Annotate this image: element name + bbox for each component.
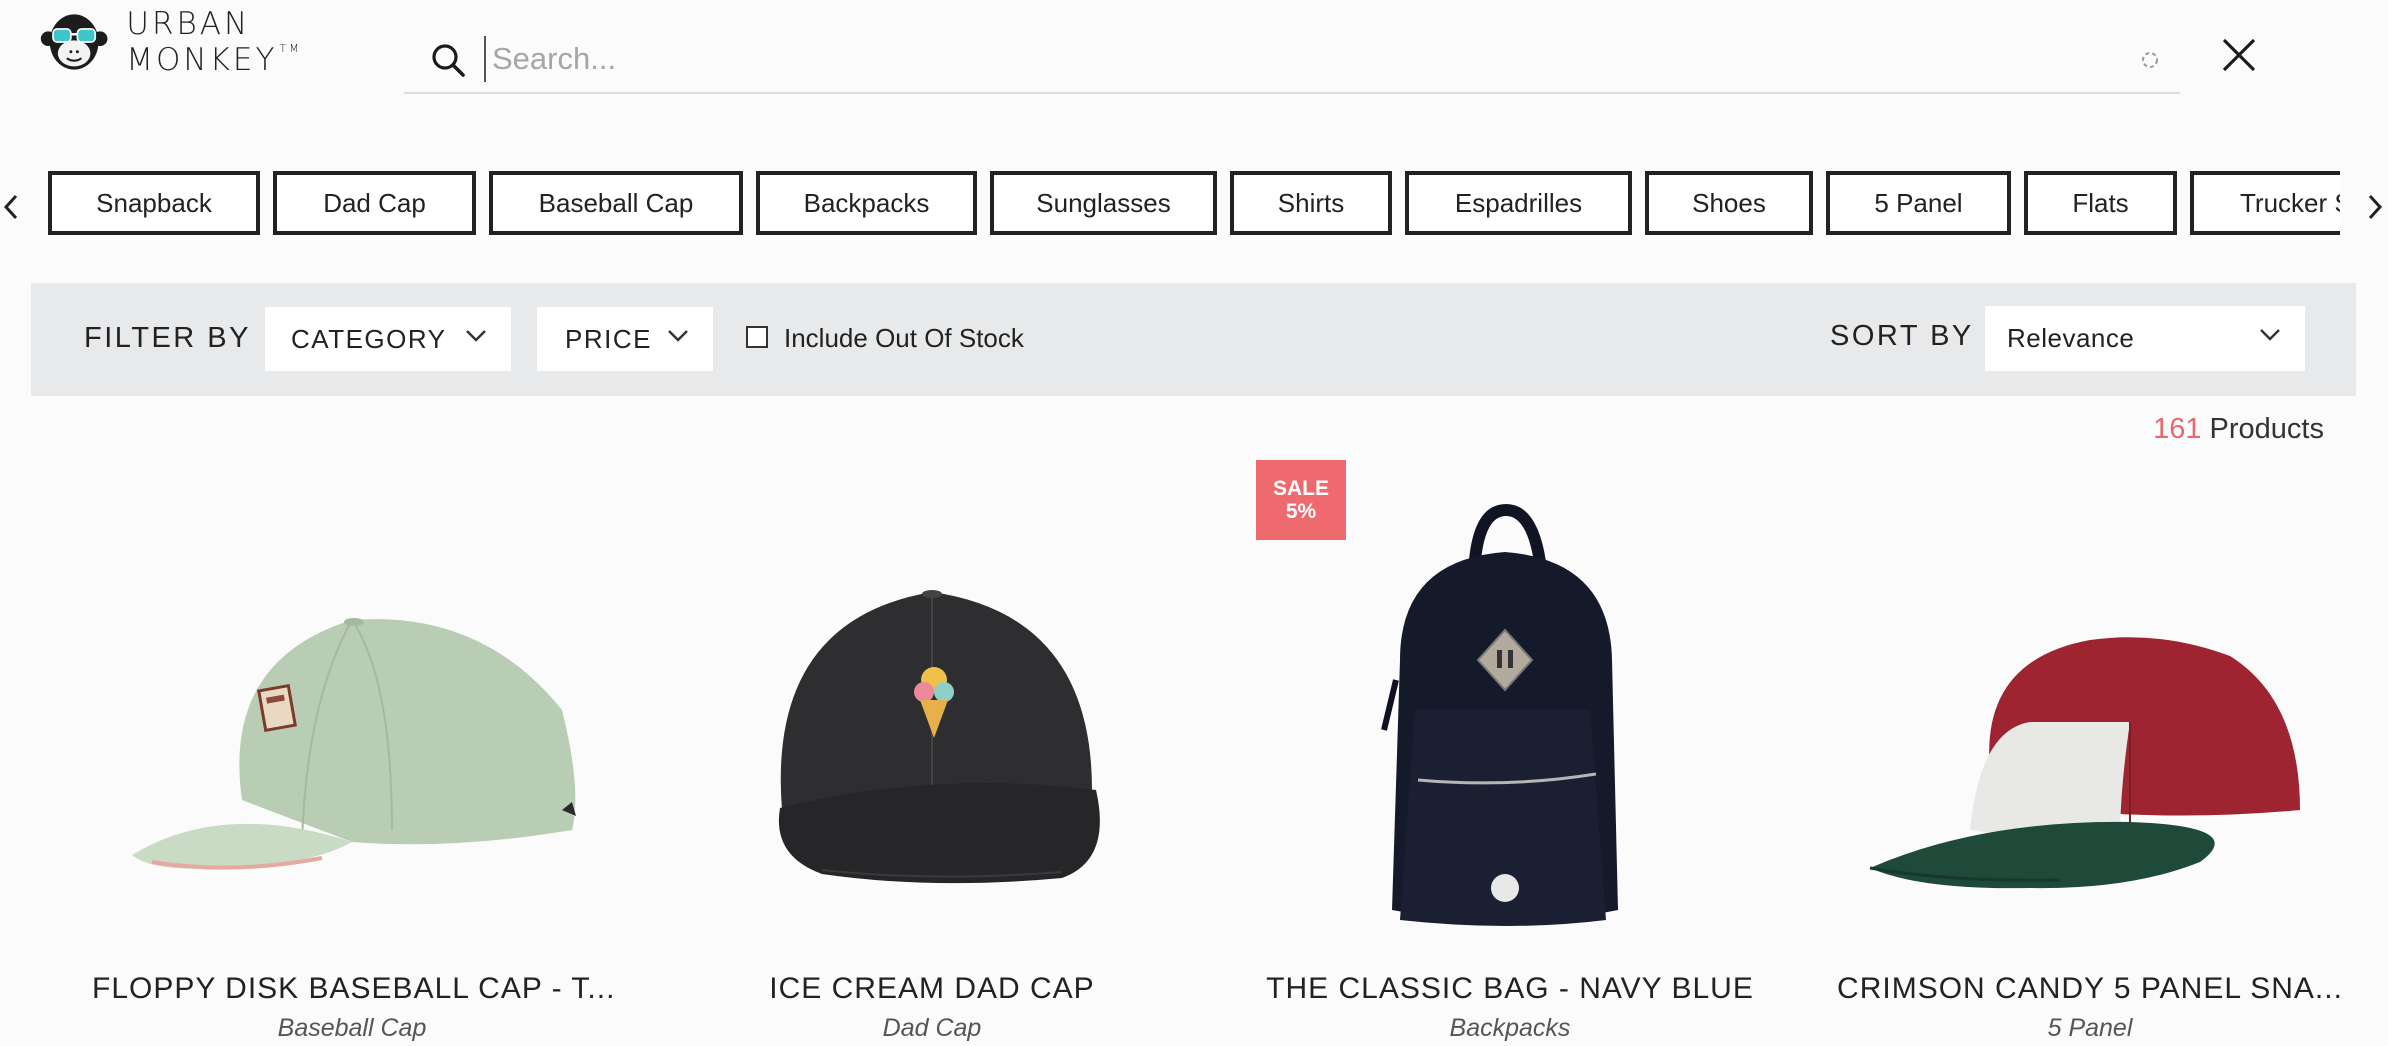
product-title[interactable]: THE CLASSIC BAG - NAVY BLUE xyxy=(1250,972,1770,1006)
sort-dropdown[interactable]: Relevance xyxy=(1985,306,2305,371)
category-filter-label: CATEGORY xyxy=(291,323,447,354)
product-count: 161 Products xyxy=(2153,413,2324,445)
include-out-of-stock-label[interactable]: Include Out Of Stock xyxy=(784,323,1024,354)
brand-name: URBAN MONKEY TM xyxy=(126,6,302,78)
product-card[interactable]: FLOPPY DISK BASEBALL CAP - T... Baseball… xyxy=(92,470,614,1046)
product-category: 5 Panel xyxy=(2047,1014,2133,1042)
chevron-down-icon xyxy=(2260,329,2280,341)
category-chip-snapback[interactable]: Snapback xyxy=(48,171,260,235)
product-card[interactable]: THE CLASSIC BAG - NAVY BLUE Backpacks xyxy=(1250,470,1770,1046)
product-image[interactable] xyxy=(1830,470,2350,940)
category-chip-dad-cap[interactable]: Dad Cap xyxy=(273,171,476,235)
category-chip-sunglasses[interactable]: Sunglasses xyxy=(990,171,1217,235)
category-chip-5-panel[interactable]: 5 Panel xyxy=(1826,171,2011,235)
loading-spinner-icon xyxy=(2142,52,2158,68)
search-bar xyxy=(404,24,2180,94)
category-chip-backpacks[interactable]: Backpacks xyxy=(756,171,977,235)
product-image[interactable] xyxy=(672,470,1192,940)
product-title[interactable]: ICE CREAM DAD CAP xyxy=(672,972,1192,1006)
category-chip-flats[interactable]: Flats xyxy=(2024,171,2177,235)
category-chip-shoes[interactable]: Shoes xyxy=(1645,171,1813,235)
chevron-down-icon xyxy=(466,330,486,342)
product-card[interactable]: ICE CREAM DAD CAP Dad Cap xyxy=(672,470,1192,1046)
product-title[interactable]: CRIMSON CANDY 5 PANEL SNA... xyxy=(1830,972,2350,1006)
category-carousel: Snapback Dad Cap Baseball Cap Backpacks … xyxy=(48,171,2340,243)
filter-by-label: FILTER BY xyxy=(84,322,251,354)
brand-logo[interactable]: URBAN MONKEY TM xyxy=(40,4,380,80)
search-icon[interactable] xyxy=(430,42,468,80)
chevron-left-icon[interactable] xyxy=(0,190,22,224)
product-category: Backpacks xyxy=(1449,1014,1571,1042)
close-icon[interactable] xyxy=(2220,36,2258,74)
price-filter-dropdown[interactable]: PRICE xyxy=(537,307,713,371)
category-chip-baseball-cap[interactable]: Baseball Cap xyxy=(489,171,743,235)
category-filter-dropdown[interactable]: CATEGORY xyxy=(265,307,511,371)
search-input[interactable] xyxy=(484,36,2054,82)
chevron-right-icon[interactable] xyxy=(2364,190,2386,224)
price-filter-label: PRICE xyxy=(565,323,652,354)
product-category: Dad Cap xyxy=(882,1014,982,1042)
sort-value: Relevance xyxy=(2007,323,2135,353)
sort-by-label: SORT BY xyxy=(1830,320,1974,352)
sale-badge: SALE 5% xyxy=(1256,460,1346,540)
monkey-logo-icon xyxy=(40,14,108,70)
product-title[interactable]: FLOPPY DISK BASEBALL CAP - T... xyxy=(92,972,614,1006)
product-category: Baseball Cap xyxy=(277,1014,427,1042)
product-image[interactable] xyxy=(1250,470,1770,940)
chevron-down-icon xyxy=(668,330,688,342)
category-chip-shirts[interactable]: Shirts xyxy=(1230,171,1392,235)
product-card[interactable]: CRIMSON CANDY 5 PANEL SNA... 5 Panel xyxy=(1830,470,2350,1046)
category-chip-trucker[interactable]: Trucker S xyxy=(2190,171,2340,235)
product-image[interactable] xyxy=(92,470,612,940)
category-chip-espadrilles[interactable]: Espadrilles xyxy=(1405,171,1632,235)
include-out-of-stock-checkbox[interactable] xyxy=(746,326,768,348)
